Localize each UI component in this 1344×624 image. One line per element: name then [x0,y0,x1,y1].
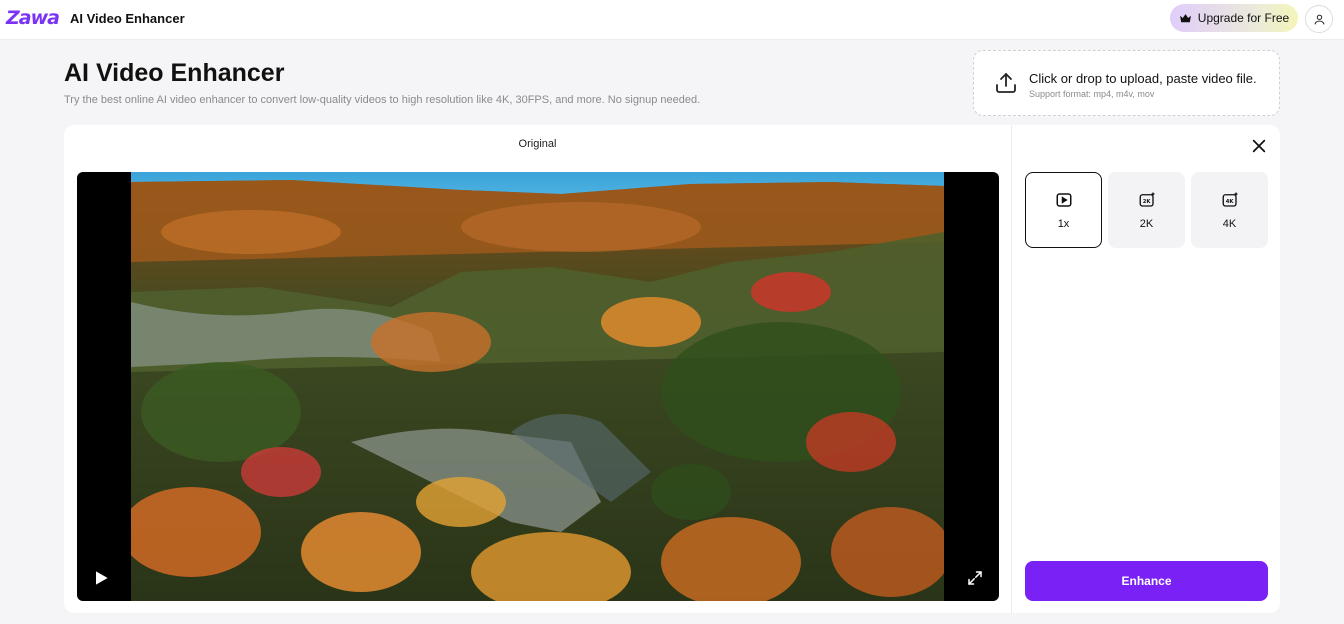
option-label: 2K [1139,217,1154,230]
upgrade-label: Upgrade for Free [1197,11,1290,25]
crown-icon [1179,13,1191,22]
upgrade-button[interactable]: Upgrade for Free [1170,4,1298,32]
page-description: Try the best online AI video enhancer to… [64,94,701,106]
upload-support-text: Support format: mp4, m4v, mov [1029,89,1155,99]
preview-label: Original [518,138,557,150]
play-icon[interactable] [91,568,111,588]
logo-text: Zawa [6,7,60,29]
enhancer-card: Original 1x 2K 2K 4K 4K Enhance [64,125,1280,613]
video-frame [131,172,944,601]
svg-text:4K: 4K [1225,199,1234,205]
card-divider [1011,125,1012,613]
top-bar: Zawa AI Video Enhancer Upgrade for Free [0,0,1344,40]
page-title: AI Video Enhancer [64,59,285,87]
autumn-forest-image [131,172,944,601]
option-4k[interactable]: 4K 4K [1191,172,1268,248]
upload-icon [996,73,1016,93]
svg-text:2K: 2K [1142,199,1151,205]
option-2k[interactable]: 2K 2K [1108,172,1185,248]
option-1x[interactable]: 1x [1025,172,1102,248]
4k-icon: 4K [1222,192,1237,207]
2k-icon: 2K [1139,192,1154,207]
app-name: AI Video Enhancer [70,11,185,26]
option-label: 1x [1057,217,1070,230]
user-icon [1314,14,1324,24]
option-label: 4K [1222,217,1237,230]
fullscreen-icon[interactable] [966,569,984,587]
video-player[interactable] [77,172,999,601]
upload-main-text: Click or drop to upload, paste video fil… [1029,71,1257,86]
profile-button[interactable] [1305,5,1333,33]
upload-dropzone[interactable]: Click or drop to upload, paste video fil… [973,50,1280,116]
logo[interactable]: Zawa [6,7,60,29]
resolution-options: 1x 2K 2K 4K 4K [1025,172,1268,248]
enhance-button[interactable]: Enhance [1025,561,1268,601]
close-icon[interactable] [1251,138,1267,154]
play-square-icon [1056,192,1071,207]
